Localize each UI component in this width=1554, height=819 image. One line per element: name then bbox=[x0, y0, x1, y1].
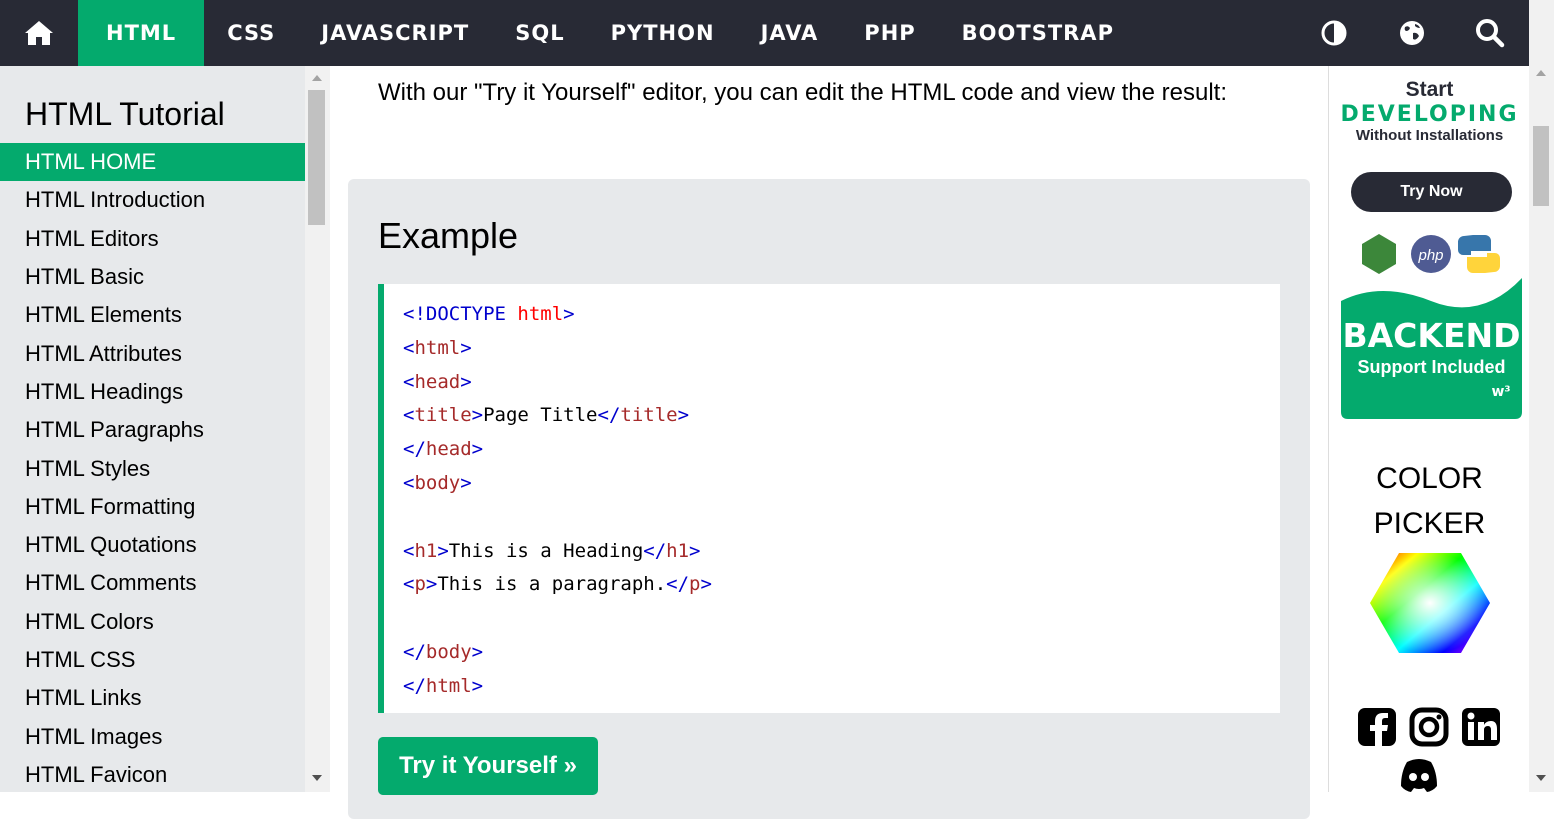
language-logos: php bbox=[1362, 234, 1500, 274]
sidebar: HTML Tutorial HTML HOME HTML Introductio… bbox=[0, 66, 305, 792]
sidebar-item-html-styles[interactable]: HTML Styles bbox=[0, 449, 305, 487]
search-icon bbox=[1476, 19, 1505, 48]
ad-backend-text: BACKEND bbox=[1342, 316, 1521, 355]
right-ad-column: Start DEVELOPING Without Installations T… bbox=[1328, 66, 1529, 792]
social-icons bbox=[1355, 704, 1505, 797]
sidebar-item-html-colors[interactable]: HTML Colors bbox=[0, 603, 305, 641]
code-line: <title>Page Title</title> bbox=[403, 404, 690, 427]
home-button[interactable] bbox=[0, 0, 78, 66]
sidebar-item-html-basic[interactable]: HTML Basic bbox=[0, 258, 305, 296]
sidebar-title: HTML Tutorial bbox=[25, 96, 225, 132]
code-line: <body> bbox=[403, 471, 472, 494]
code-line: <p>This is a paragraph.</p> bbox=[403, 573, 712, 596]
nav-javascript[interactable]: JAVASCRIPT bbox=[298, 0, 492, 66]
sidebar-item-html-paragraphs[interactable]: HTML Paragraphs bbox=[0, 411, 305, 449]
ad-start-text: Start bbox=[1405, 78, 1454, 101]
color-picker-line2: PICKER bbox=[1373, 507, 1486, 540]
sidebar-item-html-headings[interactable]: HTML Headings bbox=[0, 373, 305, 411]
example-box: Example <!DOCTYPE html> <html> <head> <t… bbox=[348, 179, 1310, 819]
contrast-icon bbox=[1321, 20, 1347, 46]
nav-java[interactable]: JAVA bbox=[738, 0, 842, 66]
sidebar-item-html-css[interactable]: HTML CSS bbox=[0, 641, 305, 679]
nav-html[interactable]: HTML bbox=[78, 0, 205, 66]
nav-right-icons bbox=[1295, 0, 1529, 66]
sidebar-item-html-attributes[interactable]: HTML Attributes bbox=[0, 334, 305, 372]
code-line: </html> bbox=[403, 674, 484, 697]
code-line: </head> bbox=[403, 438, 484, 461]
sidebar-scroll-thumb[interactable] bbox=[308, 90, 325, 225]
top-navigation: HTML CSS JAVASCRIPT SQL PYTHON JAVA PHP … bbox=[0, 0, 1529, 66]
sidebar-item-html-images[interactable]: HTML Images bbox=[0, 717, 305, 755]
nav-bootstrap[interactable]: BOOTSTRAP bbox=[939, 0, 1137, 66]
ad-support-text: Support Included bbox=[1357, 357, 1506, 377]
sidebar-item-html-home[interactable]: HTML HOME bbox=[0, 143, 305, 182]
ad-without-text: Without Installations bbox=[1355, 127, 1504, 144]
scroll-up-arrow-icon[interactable] bbox=[312, 75, 322, 81]
code-line: <h1>This is a Heading</h1> bbox=[403, 539, 701, 562]
ad-developing-text: DEVELOPING bbox=[1340, 102, 1519, 127]
intro-text: With our "Try it Yourself" editor, you c… bbox=[378, 79, 1227, 106]
sidebar-item-html-favicon[interactable]: HTML Favicon bbox=[0, 756, 305, 792]
instagram-icon[interactable] bbox=[1409, 707, 1449, 747]
sidebar-item-html-comments[interactable]: HTML Comments bbox=[0, 564, 305, 602]
discord-icon[interactable] bbox=[1401, 759, 1437, 792]
ad-backend-banner[interactable]: w³ BACKEND Support Included bbox=[1341, 276, 1522, 419]
page-scrollbar[interactable] bbox=[1529, 0, 1554, 792]
ad-start-developing[interactable]: Start DEVELOPING Without Installations bbox=[1329, 78, 1530, 144]
sidebar-item-html-editors[interactable]: HTML Editors bbox=[0, 220, 305, 258]
scroll-down-arrow-icon[interactable] bbox=[312, 775, 322, 781]
sidebar-item-html-introduction[interactable]: HTML Introduction bbox=[0, 181, 305, 219]
nav-python[interactable]: PYTHON bbox=[588, 0, 738, 66]
contrast-button[interactable] bbox=[1295, 0, 1373, 66]
try-it-yourself-button[interactable]: Try it Yourself » bbox=[378, 737, 598, 795]
try-now-button[interactable]: Try Now bbox=[1351, 172, 1512, 212]
svg-text:w³: w³ bbox=[1491, 384, 1510, 400]
sidebar-scrollbar[interactable] bbox=[305, 66, 330, 792]
nav-sql[interactable]: SQL bbox=[492, 0, 587, 66]
nav-css[interactable]: CSS bbox=[204, 0, 298, 66]
color-picker-title[interactable]: COLOR PICKER bbox=[1329, 456, 1530, 546]
sidebar-item-html-quotations[interactable]: HTML Quotations bbox=[0, 526, 305, 564]
search-button[interactable] bbox=[1451, 0, 1529, 66]
svg-text:php: php bbox=[1417, 247, 1443, 264]
sidebar-item-html-links[interactable]: HTML Links bbox=[0, 679, 305, 717]
language-button[interactable] bbox=[1373, 0, 1451, 66]
sidebar-item-html-formatting[interactable]: HTML Formatting bbox=[0, 488, 305, 526]
linkedin-icon[interactable] bbox=[1462, 708, 1500, 746]
color-picker-hexagon-icon[interactable] bbox=[1369, 551, 1491, 655]
page-scroll-up-icon[interactable] bbox=[1536, 70, 1546, 76]
code-line: </body> bbox=[403, 640, 484, 663]
page-scroll-thumb[interactable] bbox=[1533, 126, 1549, 206]
code-line: <html> bbox=[403, 336, 472, 359]
code-block: <!DOCTYPE html> <html> <head> <title>Pag… bbox=[378, 284, 1280, 713]
facebook-icon[interactable] bbox=[1358, 708, 1396, 746]
home-icon bbox=[25, 21, 53, 45]
code-line: <!DOCTYPE html> bbox=[403, 303, 575, 325]
nodejs-icon bbox=[1362, 234, 1396, 274]
page-scroll-down-icon[interactable] bbox=[1536, 775, 1546, 781]
color-picker-line1: COLOR bbox=[1376, 462, 1483, 495]
globe-icon bbox=[1400, 21, 1424, 45]
example-title: Example bbox=[378, 215, 519, 256]
code-line: <head> bbox=[403, 370, 472, 393]
nav-php[interactable]: PHP bbox=[841, 0, 938, 66]
python-icon bbox=[1458, 235, 1500, 273]
sidebar-item-html-elements[interactable]: HTML Elements bbox=[0, 296, 305, 334]
